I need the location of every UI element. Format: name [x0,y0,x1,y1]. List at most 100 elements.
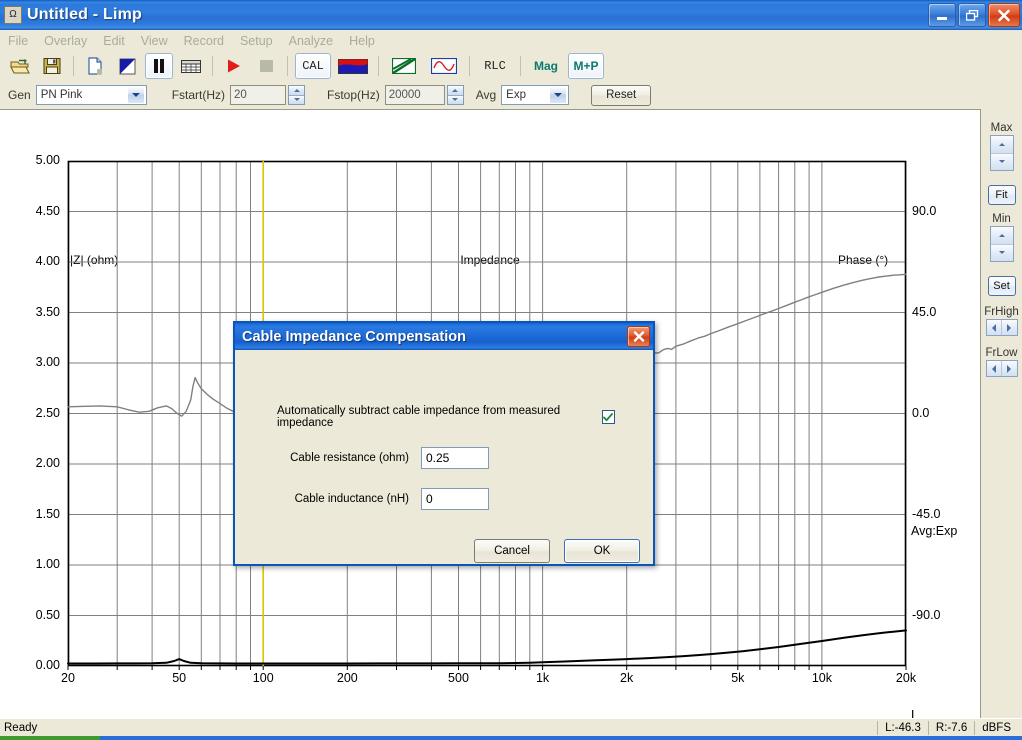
menu-item-help[interactable]: Help [341,32,383,50]
auto-subtract-checkbox[interactable] [601,410,615,424]
menu-item-overlay[interactable]: Overlay [36,32,95,50]
color-gradient-icon [338,58,368,74]
cable-resistance-input[interactable]: 0.25 [421,447,489,469]
menu-item-edit[interactable]: Edit [95,32,133,50]
cal-button[interactable]: CAL [295,53,331,79]
x-tick-label: 50 [172,671,187,685]
y2-tick-label: 0.0 [912,405,930,420]
measurement-toolbar: Gen PN Pink Fstart(Hz) 20 Fstop(Hz) 2000… [0,81,1022,110]
set-button[interactable]: Set [987,276,1016,296]
green-diagonal-button[interactable] [386,53,422,79]
rlc-button-label: RLC [484,59,506,73]
fstart-stepper-up[interactable] [289,86,305,96]
fstop-input[interactable]: 20000 [384,85,445,105]
minimize-button[interactable] [928,3,956,27]
waveform-button[interactable] [426,53,462,79]
pause-button[interactable] [145,53,173,79]
dialog-body: Automatically subtract cable impedance f… [235,350,653,563]
chevron-down-icon[interactable] [126,86,145,104]
toolbar-separator-1 [73,56,74,76]
main-toolbar: CAL RLC Mag M+P [0,51,1022,81]
save-file-button[interactable] [38,53,66,79]
menu-item-analyze[interactable]: Analyze [281,32,341,50]
frhigh-stepper-right[interactable] [1002,320,1017,335]
data-table-button[interactable] [177,53,205,79]
y2-tick-label: -90.0 [912,607,941,622]
taskbar-start-region[interactable] [0,736,100,740]
checkmark-icon [603,412,614,421]
min-stepper[interactable] [989,226,1014,262]
play-button[interactable] [220,53,248,79]
y-tick-label: 5.00 [35,153,60,167]
toolbar-separator-6 [520,56,521,76]
table-icon [181,59,201,73]
fstart-stepper-down[interactable] [289,95,305,104]
color-gradient-button[interactable] [335,53,371,79]
x-tick-label: 100 [252,671,274,685]
dialog-close-icon [633,331,644,342]
dialog-close-button[interactable] [627,326,650,347]
fstart-input[interactable]: 20 [230,85,287,105]
stop-button[interactable] [252,53,280,79]
y-tick-label: 2.00 [35,456,60,470]
cancel-button-label: Cancel [494,545,530,557]
menu-item-file[interactable]: File [0,32,36,50]
max-label: Max [990,122,1013,134]
overlay-button[interactable] [113,53,141,79]
avg-chevron-down-icon[interactable] [549,86,568,104]
y2-tick-label: -45.0 [912,506,941,521]
menu-item-setup[interactable]: Setup [232,32,281,50]
max-stepper[interactable] [989,135,1014,171]
toolbar-separator-5 [469,56,470,76]
toolbar-separator-3 [287,56,288,76]
mag-phase-button-label: M+P [573,59,599,73]
frlow-stepper-left[interactable] [986,361,1002,376]
y-tick-label: 4.00 [35,254,60,268]
mag-button[interactable]: Mag [528,53,564,79]
rlc-button[interactable]: RLC [477,53,513,79]
open-file-button[interactable] [6,53,34,79]
fstop-stepper-down[interactable] [447,95,463,104]
frhigh-stepper[interactable] [985,319,1018,336]
reset-button[interactable]: Reset [591,84,652,106]
fit-button[interactable]: Fit [987,185,1016,205]
max-stepper-down[interactable] [990,153,1013,170]
frlow-stepper[interactable] [985,360,1018,377]
mag-button-label: Mag [534,59,558,73]
window-title: Untitled - Limp [27,6,142,23]
menu-item-record[interactable]: Record [176,32,232,50]
y-tick-label: 3.50 [35,304,60,319]
min-stepper-down[interactable] [990,244,1013,261]
taskbar [0,736,1022,740]
fstart-stepper[interactable] [288,85,306,105]
generator-select-value: PN Pink [40,89,83,101]
frhigh-label: FrHigh [984,306,1019,318]
dialog-title: Cable Impedance Compensation [242,328,466,345]
mag-phase-button[interactable]: M+P [568,53,604,79]
cable-inductance-input[interactable]: 0 [421,488,489,510]
gen-label: Gen [8,88,31,102]
restore-button[interactable] [958,3,986,27]
left-level-indicator: L:-46.3 [877,721,928,735]
cancel-button[interactable]: Cancel [474,539,550,563]
generator-select[interactable]: PN Pink [35,85,147,105]
close-button[interactable] [988,3,1020,27]
max-stepper-up[interactable] [990,136,1013,154]
fstop-stepper-up[interactable] [447,86,463,96]
y-tick-label: 1.50 [35,506,60,521]
pause-icon [154,59,164,73]
ok-button[interactable]: OK [564,539,640,563]
overlay-icon [119,58,135,74]
title-bar: Ω Untitled - Limp [0,0,1022,30]
frhigh-stepper-left[interactable] [986,320,1002,335]
reset-button-label: Reset [606,89,637,101]
frlow-stepper-right[interactable] [1002,361,1017,376]
fstart-label: Fstart(Hz) [171,88,226,102]
new-document-button[interactable] [81,53,109,79]
y-tick-label: 0.50 [35,607,60,622]
menu-item-view[interactable]: View [133,32,176,50]
min-stepper-up[interactable] [990,227,1013,245]
fstop-stepper[interactable] [446,85,464,105]
taskbar-main-region[interactable] [100,736,1022,740]
avg-select[interactable]: Exp [501,85,570,105]
